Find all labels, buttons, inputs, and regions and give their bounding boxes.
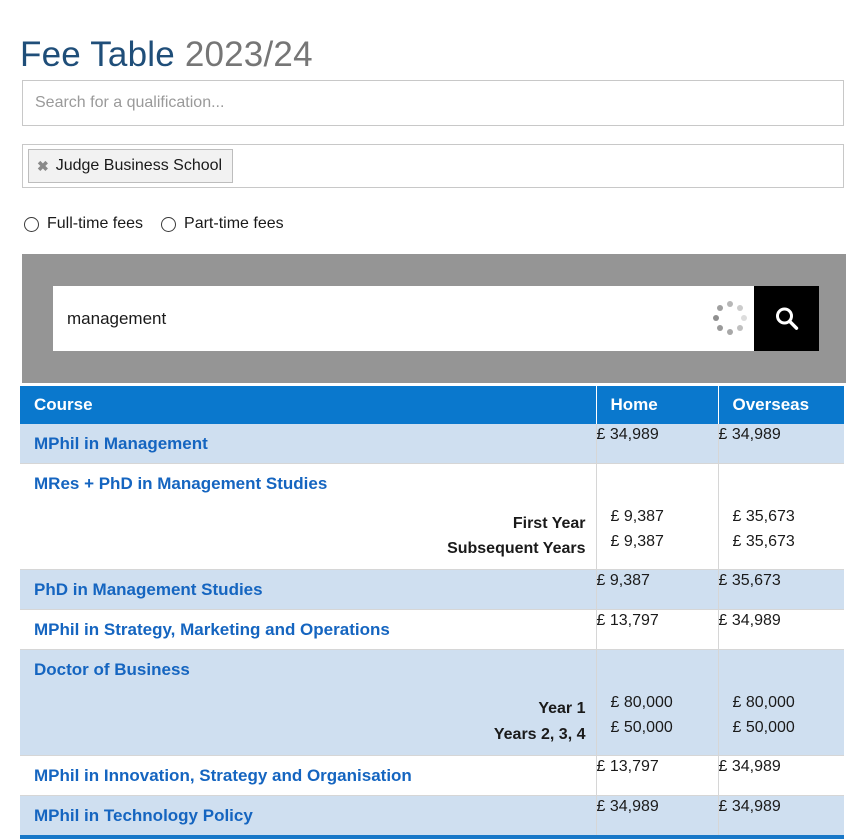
sub-row-label: Years 2, 3, 4 xyxy=(20,722,596,755)
course-link[interactable]: Doctor of Business xyxy=(34,660,190,679)
table-row[interactable]: MPhil in Strategy, Marketing and Operati… xyxy=(20,609,844,649)
course-cell: MRes + PhD in Management Studies First Y… xyxy=(20,464,596,569)
home-fee-subvalue: £ 9,387 xyxy=(597,504,718,530)
table-row[interactable]: Doctor of Business Year 1 Years 2, 3, 4 … xyxy=(20,650,844,755)
home-fee-cell: £ 80,000 £ 50,000 xyxy=(596,650,718,755)
close-icon[interactable]: ✖ xyxy=(37,159,49,173)
radio-option-part-time[interactable]: Part-time fees xyxy=(161,215,284,233)
filter-tag-field[interactable]: ✖ Judge Business School xyxy=(22,144,844,188)
course-cell: MPhil in Management xyxy=(20,424,596,464)
fee-table-body: MPhil in Management £ 34,989 £ 34,989 MR… xyxy=(20,424,844,837)
course-link[interactable]: MPhil in Innovation, Strategy and Organi… xyxy=(34,766,412,785)
home-fee-cell: £ 13,797 xyxy=(596,755,718,795)
table-search-banner xyxy=(22,254,846,383)
course-link[interactable]: PhD in Management Studies xyxy=(34,580,263,599)
sub-row-label: First Year xyxy=(20,504,596,537)
search-submit-button[interactable] xyxy=(754,286,819,351)
overseas-fee-cell: £ 34,989 xyxy=(718,795,844,837)
overseas-fee-subvalue: £ 50,000 xyxy=(719,715,845,741)
overseas-fee-cell: £ 80,000 £ 50,000 xyxy=(718,650,844,755)
sub-row-label: Subsequent Years xyxy=(20,536,596,569)
overseas-fee-cell: £ 34,989 xyxy=(718,755,844,795)
course-link[interactable]: MPhil in Management xyxy=(34,434,208,453)
qualification-search-input[interactable] xyxy=(23,81,843,125)
table-row[interactable]: PhD in Management Studies £ 9,387 £ 35,6… xyxy=(20,569,844,609)
qualification-search-field[interactable] xyxy=(22,80,844,126)
table-row[interactable]: MPhil in Innovation, Strategy and Organi… xyxy=(20,755,844,795)
course-link[interactable]: MPhil in Strategy, Marketing and Operati… xyxy=(34,620,390,639)
home-fee-subvalue: £ 9,387 xyxy=(597,529,718,555)
loading-spinner-icon xyxy=(712,301,748,337)
course-cell: Doctor of Business Year 1 Years 2, 3, 4 xyxy=(20,650,596,755)
overseas-fee-cell: £ 35,673 £ 35,673 xyxy=(718,464,844,569)
fee-table-header-row: Course Home Overseas xyxy=(20,386,844,424)
column-header-home[interactable]: Home xyxy=(596,386,718,424)
column-header-overseas[interactable]: Overseas xyxy=(718,386,844,424)
radio-indicator-full-time[interactable] xyxy=(24,217,39,232)
overseas-fee-cell: £ 35,673 xyxy=(718,569,844,609)
overseas-fee-subvalue: £ 35,673 xyxy=(719,504,845,530)
radio-label-full-time: Full-time fees xyxy=(47,215,143,233)
table-search-wrapper xyxy=(53,286,819,351)
page-title-year: 2023/24 xyxy=(185,35,313,74)
home-fee-cell: £ 9,387 £ 9,387 xyxy=(596,464,718,569)
overseas-fee-cell: £ 34,989 xyxy=(718,609,844,649)
radio-label-part-time: Part-time fees xyxy=(184,215,284,233)
course-link[interactable]: MRes + PhD in Management Studies xyxy=(34,474,327,493)
table-row[interactable]: MPhil in Management £ 34,989 £ 34,989 xyxy=(20,424,844,464)
page-title-main: Fee Table xyxy=(20,35,175,74)
course-cell: MPhil in Strategy, Marketing and Operati… xyxy=(20,609,596,649)
overseas-fee-subvalue: £ 35,673 xyxy=(719,529,845,555)
fee-mode-radio-group: Full-time fees Part-time fees xyxy=(24,215,284,233)
radio-indicator-part-time[interactable] xyxy=(161,217,176,232)
course-cell: PhD in Management Studies xyxy=(20,569,596,609)
overseas-fee-cell: £ 34,989 xyxy=(718,424,844,464)
home-fee-cell: £ 34,989 xyxy=(596,424,718,464)
fee-table-page: Fee Table 2023/24 ✖ Judge Business Schoo… xyxy=(0,0,854,814)
home-fee-cell: £ 13,797 xyxy=(596,609,718,649)
table-row[interactable]: MPhil in Technology Policy £ 34,989 £ 34… xyxy=(20,795,844,837)
course-cell: MPhil in Technology Policy xyxy=(20,795,596,837)
course-link[interactable]: MPhil in Technology Policy xyxy=(34,806,253,825)
column-header-course[interactable]: Course xyxy=(20,386,596,424)
home-fee-cell: £ 9,387 xyxy=(596,569,718,609)
fee-table-head: Course Home Overseas xyxy=(20,386,844,424)
course-cell: MPhil in Innovation, Strategy and Organi… xyxy=(20,755,596,795)
table-search-input[interactable] xyxy=(53,286,712,351)
filter-tag-label: Judge Business School xyxy=(56,157,222,175)
filter-tag-judge-business-school[interactable]: ✖ Judge Business School xyxy=(28,149,233,183)
table-row[interactable]: MRes + PhD in Management Studies First Y… xyxy=(20,464,844,569)
radio-option-full-time[interactable]: Full-time fees xyxy=(24,215,143,233)
sub-row-label: Year 1 xyxy=(20,689,596,722)
overseas-fee-subvalue: £ 80,000 xyxy=(719,690,845,716)
search-icon xyxy=(771,303,803,335)
home-fee-cell: £ 34,989 xyxy=(596,795,718,837)
home-fee-subvalue: £ 80,000 xyxy=(597,690,718,716)
fee-table: Course Home Overseas MPhil in Management… xyxy=(20,386,844,839)
home-fee-subvalue: £ 50,000 xyxy=(597,715,718,741)
page-title: Fee Table 2023/24 xyxy=(20,35,313,75)
